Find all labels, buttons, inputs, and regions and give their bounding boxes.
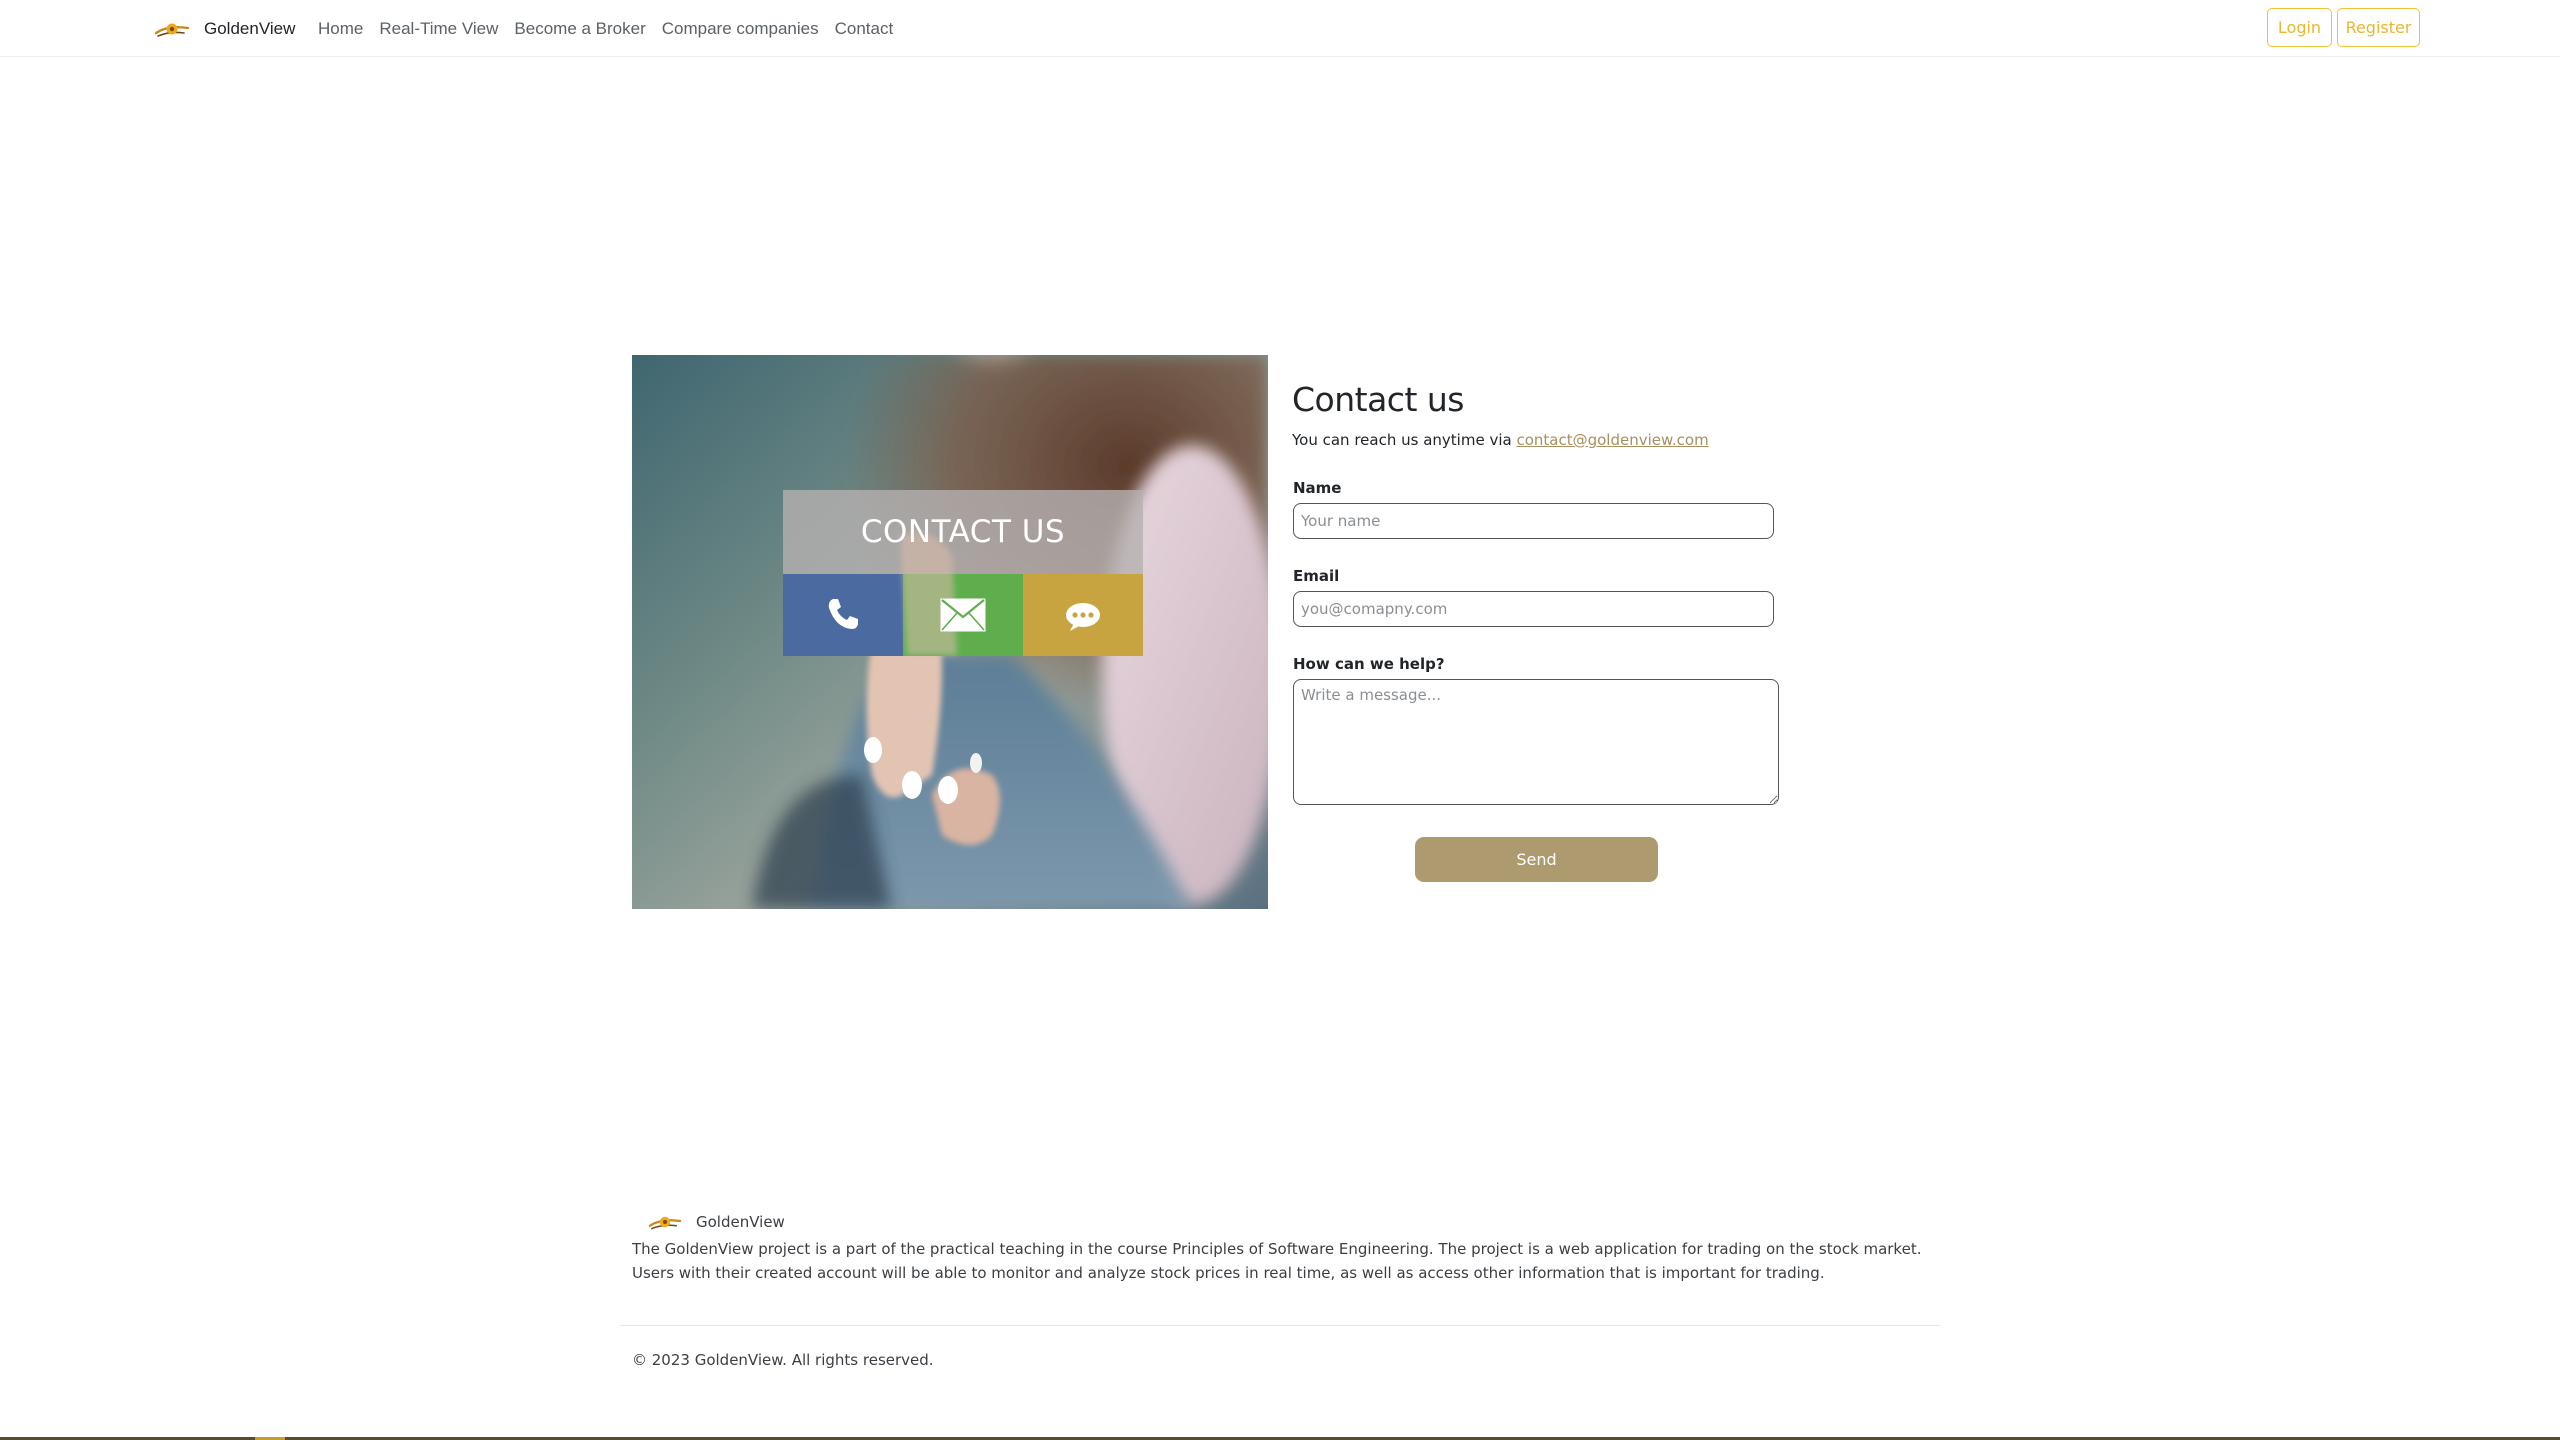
footer-copyright: © 2023 GoldenView. All rights reserved. [632, 1351, 934, 1369]
footer-brand[interactable]: GoldenView [648, 1208, 785, 1236]
phone-icon [824, 595, 862, 633]
nav-become-broker[interactable]: Become a Broker [514, 19, 645, 39]
auth-buttons: Login Register [2267, 8, 2420, 47]
footer-description: The GoldenView project is a part of the … [632, 1240, 1922, 1282]
email-label: Email [1293, 567, 1340, 585]
message-textarea[interactable] [1293, 679, 1779, 805]
brand-name: GoldenView [204, 19, 296, 38]
send-button[interactable]: Send [1415, 837, 1658, 882]
name-label: Name [1293, 479, 1342, 497]
contact-title: Contact us [1292, 380, 1465, 419]
chat-bubble-icon [1064, 601, 1102, 633]
nav-real-time-view[interactable]: Real-Time View [379, 19, 498, 39]
register-button[interactable]: Register [2337, 8, 2420, 47]
login-button[interactable]: Login [2267, 8, 2332, 47]
contact-email-link[interactable]: contact@goldenview.com [1516, 431, 1708, 449]
nav-contact[interactable]: Contact [835, 19, 894, 39]
footer-divider [620, 1325, 1940, 1326]
contact-hero-image: CONTACT US [632, 355, 1268, 909]
name-input[interactable] [1293, 503, 1774, 539]
goldenview-logo-icon [154, 16, 190, 42]
message-label: How can we help? [1293, 655, 1445, 673]
navbar: GoldenView Home Real-Time View Become a … [0, 0, 2560, 57]
contact-subtitle-text: You can reach us anytime via [1292, 431, 1512, 449]
main-nav: Home Real-Time View Become a Broker Comp… [318, 14, 893, 44]
goldenview-logo-icon [648, 1209, 682, 1235]
contact-subtitle: You can reach us anytime via contact@gol… [1292, 431, 1812, 449]
nav-compare-companies[interactable]: Compare companies [662, 19, 819, 39]
contact-form: Contact us You can reach us anytime via … [1292, 380, 1812, 449]
brand[interactable]: GoldenView [154, 14, 295, 44]
hero-overlay-text: CONTACT US [860, 514, 1066, 550]
email-input[interactable] [1293, 591, 1774, 627]
footer-brand-name: GoldenView [696, 1213, 785, 1231]
envelope-icon [940, 598, 986, 632]
nav-home[interactable]: Home [318, 19, 363, 39]
